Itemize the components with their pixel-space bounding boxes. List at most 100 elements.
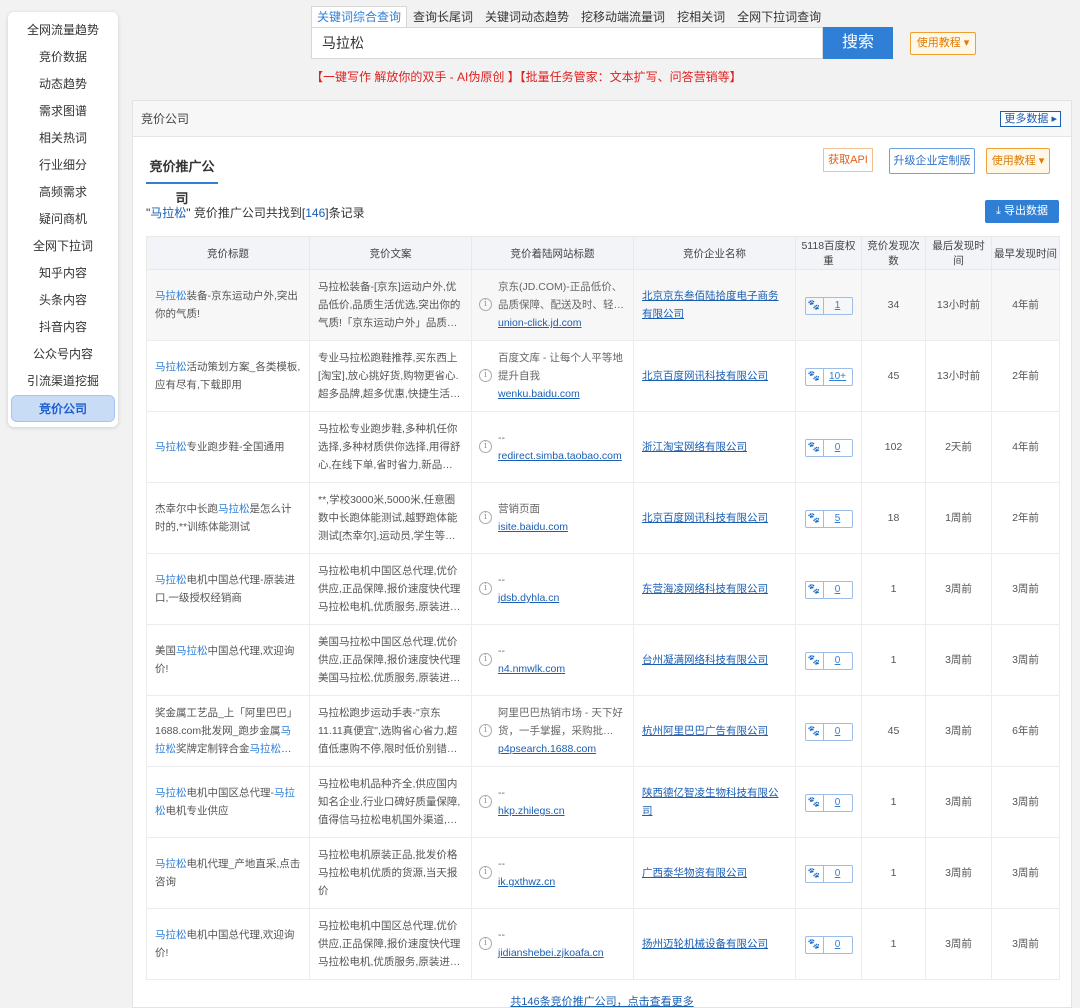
get-api-button[interactable]: 获取API: [823, 148, 873, 172]
sidebar-item[interactable]: 头条内容: [11, 287, 115, 314]
landing-site-url[interactable]: union-click.jd.com: [498, 314, 625, 332]
sidebar-item[interactable]: 抖音内容: [11, 314, 115, 341]
more-data-button[interactable]: 更多数据 ▸: [1000, 111, 1061, 127]
info-icon[interactable]: i: [479, 440, 492, 453]
landing-site-url[interactable]: n4.nmwlk.com: [498, 660, 625, 678]
landing-site-url[interactable]: jdsb.dyhla.cn: [498, 589, 625, 607]
baidu-weight-cell: 🐾 0: [795, 553, 862, 625]
search-tab[interactable]: 挖移动端流量词: [575, 6, 671, 28]
bid-copy: 马拉松电机中国区总代理,优价供应,正品保障,报价速度快代理马拉松电机,优质服务,…: [318, 565, 461, 613]
company-link[interactable]: 杭州阿里巴巴广告有限公司: [642, 725, 768, 737]
search-tab[interactable]: 挖相关词: [671, 6, 731, 28]
company-cell: 北京百度网讯科技有限公司: [633, 482, 796, 554]
landing-site-url[interactable]: jidianshebei.zjkoafa.cn: [498, 944, 625, 962]
sidebar-item[interactable]: 全网下拉词: [11, 233, 115, 260]
title-text: 美国: [155, 645, 176, 657]
sidebar-item[interactable]: 高频需求: [11, 179, 115, 206]
info-icon[interactable]: i: [479, 795, 492, 808]
company-link[interactable]: 扬州迈轮机械设备有限公司: [642, 938, 768, 950]
landing-site-url[interactable]: p4psearch.1688.com: [498, 740, 625, 758]
company-link[interactable]: 陕西德亿智凌生物科技有限公司: [642, 787, 779, 817]
discover-count-cell: 34: [861, 269, 926, 341]
info-icon[interactable]: i: [479, 653, 492, 666]
baidu-weight-badge[interactable]: 🐾 10+: [804, 367, 853, 386]
sidebar-item[interactable]: 行业细分: [11, 152, 115, 179]
tab-bidding-companies[interactable]: 竞价推广公司: [146, 151, 218, 206]
baidu-weight-badge[interactable]: 🐾 0: [804, 722, 853, 741]
baidu-weight-badge[interactable]: 🐾 0: [804, 651, 853, 670]
bid-title-cell: 美国马拉松中国总代理,欢迎询价!: [146, 624, 310, 696]
paw-icon: 🐾: [806, 368, 824, 385]
column-header: 竞价文案: [309, 236, 472, 270]
sidebar-item[interactable]: 竞价数据: [11, 44, 115, 71]
baidu-weight-badge[interactable]: 🐾 0: [804, 935, 853, 954]
company-cell: 扬州迈轮机械设备有限公司: [633, 908, 796, 980]
company-link[interactable]: 广西泰华物资有限公司: [642, 867, 747, 879]
sidebar-item[interactable]: 公众号内容: [11, 341, 115, 368]
info-icon[interactable]: i: [479, 369, 492, 382]
export-data-button[interactable]: ⤓ 导出数据: [985, 200, 1059, 223]
column-header: 竞价发现次数: [861, 236, 926, 270]
landing-site-url[interactable]: ik.gxthwz.cn: [498, 873, 625, 891]
baidu-weight-badge[interactable]: 🐾 0: [804, 580, 853, 599]
tutorial-button[interactable]: 使用教程 ▾: [910, 32, 976, 55]
bid-title-cell: 马拉松电机中国区总代理-马拉松电机专业供应: [146, 766, 310, 838]
bid-title: 马拉松电机代理_产地直采,点击咨询: [155, 855, 301, 891]
landing-site-url[interactable]: wenku.baidu.com: [498, 385, 625, 403]
info-icon[interactable]: i: [479, 511, 492, 524]
bid-copy-cell: 马拉松电机中国区总代理,优价供应,正品保障,报价速度快代理马拉松电机,优质服务,…: [309, 908, 472, 980]
search-input[interactable]: 马拉松: [311, 27, 823, 59]
promo-banner[interactable]: 【一键写作 解放你的双手 - AI伪原创 】【批量任务管家：文本扩写、问答营销等…: [311, 68, 742, 85]
search-tab[interactable]: 查询长尾词: [407, 6, 479, 28]
info-icon[interactable]: i: [479, 582, 492, 595]
sidebar-item[interactable]: 相关热词: [11, 125, 115, 152]
sidebar-item[interactable]: 全网流量趋势: [11, 17, 115, 44]
search-tab[interactable]: 关键词综合查询: [311, 6, 408, 28]
landing-site-url[interactable]: hkp.zhilegs.cn: [498, 802, 625, 820]
info-icon[interactable]: i: [479, 866, 492, 879]
panel-tutorial-button[interactable]: 使用教程 ▾: [986, 148, 1050, 174]
keyword-highlight: 马拉松: [218, 503, 250, 515]
baidu-weight-badge[interactable]: 🐾 1: [804, 296, 853, 315]
sidebar-item[interactable]: 竞价公司: [11, 395, 115, 422]
company-link[interactable]: 台州凝满网络科技有限公司: [642, 654, 768, 666]
first-seen-cell: 3周前: [991, 837, 1060, 909]
keyword-highlight: 马拉松: [155, 574, 187, 586]
landing-site-url[interactable]: isite.baidu.com: [498, 518, 625, 536]
landing-site-url[interactable]: redirect.simba.taobao.com: [498, 447, 625, 465]
sidebar-item[interactable]: 需求图谱: [11, 98, 115, 125]
info-icon[interactable]: i: [479, 937, 492, 950]
company-link[interactable]: 北京百度网讯科技有限公司: [642, 512, 768, 524]
info-icon[interactable]: i: [479, 724, 492, 737]
bid-title: 马拉松电机中国总代理-原装进口,一级授权经销商: [155, 571, 301, 607]
upgrade-enterprise-button[interactable]: 升级企业定制版: [889, 148, 975, 174]
landing-site-title: 京东(JD.COM)-正品低价、品质保障、配送及时、轻松...: [498, 281, 623, 311]
bid-copy-cell: 马拉松电机原装正品,批发价格马拉松电机优质的货源,当天报价: [309, 837, 472, 909]
bid-title: 马拉松电机中国总代理,欢迎询价!: [155, 926, 301, 962]
sidebar-item[interactable]: 疑问商机: [11, 206, 115, 233]
search-tab[interactable]: 关键词动态趋势: [479, 6, 575, 28]
baidu-weight-badge[interactable]: 🐾 0: [804, 864, 853, 883]
bid-title-cell: 奖金属工艺品_上「阿里巴巴」1688.com批发网_跑步金属马拉松奖牌定制锌合金…: [146, 695, 310, 767]
keyword-highlight: 马拉松: [155, 361, 187, 373]
sidebar-item[interactable]: 引流渠道挖掘: [11, 368, 115, 395]
company-link[interactable]: 东营海凌网络科技有限公司: [642, 583, 768, 595]
company-link[interactable]: 北京百度网讯科技有限公司: [642, 370, 768, 382]
landing-site-title: --: [498, 787, 505, 799]
baidu-weight-badge[interactable]: 🐾 5: [804, 509, 853, 528]
company-link[interactable]: 北京京东叁佰陆拾度电子商务有限公司: [642, 290, 779, 320]
sidebar-item[interactable]: 动态趋势: [11, 71, 115, 98]
search-tab[interactable]: 全网下拉词查询: [731, 6, 827, 28]
info-icon[interactable]: i: [479, 298, 492, 311]
landing-site-title: --: [498, 574, 505, 586]
baidu-weight-badge[interactable]: 🐾 0: [804, 793, 853, 812]
bid-title-cell: 马拉松装备-京东运动户外,突出你的气质!: [146, 269, 310, 341]
landing-site-title: --: [498, 645, 505, 657]
company-link[interactable]: 浙江淘宝网络有限公司: [642, 441, 747, 453]
sidebar-item[interactable]: 知乎内容: [11, 260, 115, 287]
view-more-link[interactable]: 共146条竞价推广公司，点击查看更多: [133, 993, 1071, 1008]
search-button[interactable]: 搜索: [823, 27, 893, 59]
last-seen-cell: 3周前: [925, 766, 992, 838]
bid-copy: 马拉松电机中国区总代理,优价供应,正品保障,报价速度快代理马拉松电机,优质服务,…: [318, 920, 461, 968]
baidu-weight-badge[interactable]: 🐾 0: [804, 438, 853, 457]
